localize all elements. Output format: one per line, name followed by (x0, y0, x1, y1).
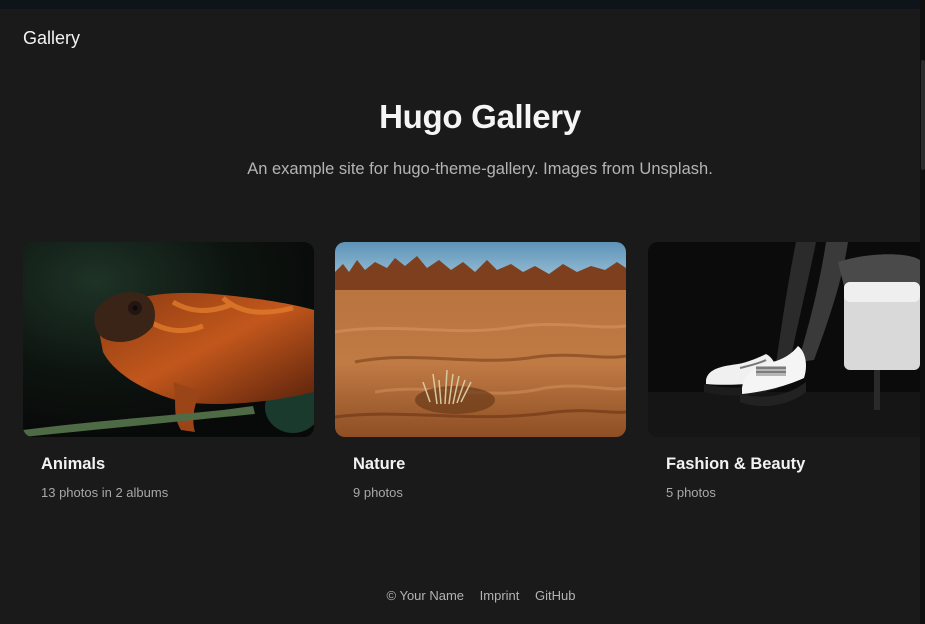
album-title[interactable]: Nature (353, 455, 405, 474)
chameleon-image (23, 242, 314, 437)
album-thumbnail-white-shoes[interactable] (648, 242, 920, 437)
top-band (0, 0, 925, 9)
footer-copyright: © Your Name (386, 588, 465, 603)
album-photo-count: 5 photos (666, 485, 716, 500)
site-brand-link[interactable]: Gallery (23, 28, 80, 49)
album-thumbnail-desert[interactable] (335, 242, 626, 437)
album-title[interactable]: Animals (41, 455, 105, 474)
white-shoes-image (648, 242, 920, 437)
album-title[interactable]: Fashion & Beauty (666, 455, 805, 474)
page-title: Hugo Gallery (379, 98, 581, 135)
footer-imprint-link[interactable]: Imprint (480, 588, 520, 603)
album-card-fashion-beauty[interactable]: Fashion & Beauty 5 photos (648, 242, 925, 500)
album-photo-count: 9 photos (353, 485, 403, 500)
page-subtitle: An example site for hugo-theme-gallery. … (247, 160, 713, 178)
album-card-nature[interactable]: Nature 9 photos (335, 242, 626, 500)
album-thumbnail-chameleon[interactable] (23, 242, 314, 437)
album-card-animals[interactable]: Animals 13 photos in 2 albums (23, 242, 314, 500)
site-footer: © Your Name Imprint GitHub (0, 588, 925, 603)
album-photo-count: 13 photos in 2 albums (41, 485, 169, 500)
footer-github-link[interactable]: GitHub (535, 588, 575, 603)
desert-image (335, 242, 626, 437)
